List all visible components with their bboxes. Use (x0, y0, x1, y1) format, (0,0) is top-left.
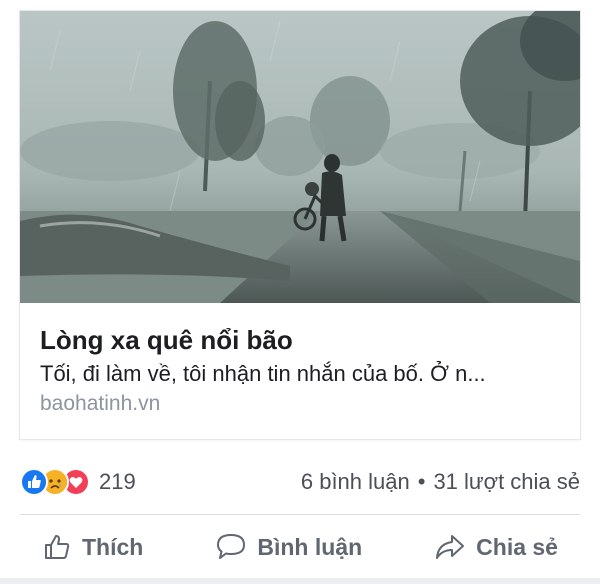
link-preview-card[interactable]: Lòng xa quê nổi bão Tối, đi làm về, tôi … (20, 11, 580, 439)
share-button[interactable]: Chia sẻ (412, 532, 580, 562)
separator-dot: • (417, 469, 426, 494)
link-domain: baohatinh.vn (40, 392, 161, 415)
comment-icon (215, 532, 247, 562)
thumbs-up-icon (42, 532, 72, 562)
divider (20, 514, 580, 515)
reactions-summary[interactable]: 219 (20, 468, 136, 496)
link-title[interactable]: Lòng xa quê nổi bão (40, 323, 560, 357)
link-preview-image[interactable] (20, 11, 580, 303)
link-preview-info: Lòng xa quê nổi bão Tối, đi làm về, tôi … (40, 323, 560, 419)
bottom-separator (0, 578, 600, 584)
share-arrow-icon (434, 532, 466, 562)
post-stats: 219 6 bình luận • 31 lượt chia sẻ (20, 462, 580, 502)
like-button[interactable]: Thích (20, 532, 165, 562)
share-label: Chia sẻ (476, 533, 558, 560)
like-label: Thích (82, 533, 144, 560)
comment-label: Bình luận (257, 533, 363, 560)
shares-count[interactable]: 31 lượt chia sẻ (433, 469, 580, 495)
link-description: Tối, đi làm về, tôi nhận tin nhắn của bố… (40, 361, 486, 386)
post-actions-bar: Thích Bình luận Chia sẻ (20, 522, 580, 572)
engagement-counts: 6 bình luận • 31 lượt chia sẻ (301, 469, 580, 495)
comment-button[interactable]: Bình luận (193, 532, 384, 562)
comments-count[interactable]: 6 bình luận (301, 469, 410, 495)
reaction-count: 219 (99, 469, 136, 494)
like-reaction-icon (20, 468, 48, 496)
storm-photo (20, 11, 580, 303)
